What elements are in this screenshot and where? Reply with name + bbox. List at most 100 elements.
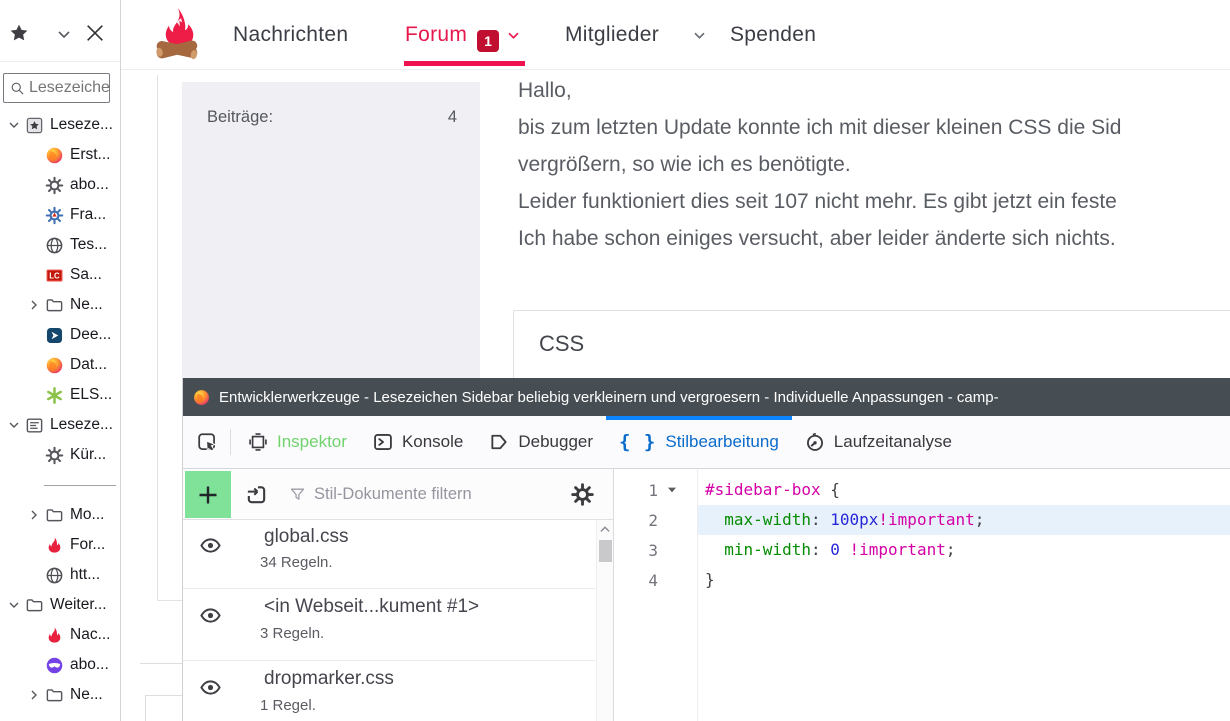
post-line: Leider funktioniert dies seit 107 nicht …	[518, 190, 1117, 213]
scrollbar-thumb[interactable]	[599, 540, 612, 562]
site-navbar: Nachrichten Forum 1 Mitglieder Spenden	[121, 0, 1230, 70]
forum-chevron-down-icon[interactable]	[507, 31, 520, 40]
nav-forum[interactable]: Forum	[405, 0, 467, 70]
bookmark-label: abo...	[70, 656, 109, 673]
chevron-down-icon[interactable]	[4, 421, 24, 429]
bookmark-item[interactable]: Nac...	[0, 620, 120, 650]
devtools-panel: Entwicklerwerkzeuge - Lesezeichen Sideba…	[182, 378, 1230, 721]
devtools-window-title: Entwicklerwerkzeuge - Lesezeichen Sideba…	[219, 388, 999, 406]
bookmark-item[interactable]: ELS...	[0, 380, 120, 410]
code-line[interactable]: max-width: 100px!important;	[698, 505, 1230, 535]
bookmark-folder-item[interactable]: Ne...	[0, 680, 120, 710]
bookmarks-search-input[interactable]	[29, 79, 109, 97]
bookmark-item[interactable]: Tes...	[0, 230, 120, 260]
toggle-visibility-eye-icon[interactable]	[199, 534, 222, 557]
bookmark-label: abo...	[70, 176, 109, 193]
bookmark-label: Dee...	[70, 326, 112, 343]
post-container-border	[157, 75, 158, 600]
stylesheet-name: dropmarker.css	[264, 668, 394, 689]
post-author-panel: Beiträge: 4	[182, 82, 480, 382]
scroll-up-icon[interactable]	[598, 523, 612, 535]
tab-konsole[interactable]: Konsole	[360, 416, 476, 468]
post-container-bottom-border	[157, 600, 182, 601]
bookmarks-star-icon[interactable]	[8, 22, 30, 44]
bookmark-item[interactable]: LC Sa...	[0, 260, 120, 290]
bookmark-item[interactable]: Kür...	[0, 440, 120, 470]
bookmarks-separator	[0, 470, 120, 500]
editor-code[interactable]: #sidebar-box { max-width: 100px!importan…	[698, 469, 1230, 721]
tabbar-separator	[230, 429, 231, 455]
page-section-border	[140, 663, 182, 664]
bookmark-folder-item[interactable]: Leseze...	[0, 410, 120, 440]
code-line[interactable]: #sidebar-box {	[698, 475, 1230, 505]
import-stylesheet-icon[interactable]	[245, 483, 268, 506]
stylesheet-list: global.css 34 Regeln. <in Webseit...kument…	[183, 520, 596, 721]
bookmark-label: Ne...	[70, 296, 103, 313]
bookmark-folder-item[interactable]: Mo...	[0, 500, 120, 530]
code-line[interactable]: min-width: 0 !important;	[698, 535, 1230, 565]
toggle-visibility-eye-icon[interactable]	[199, 604, 222, 627]
stylesheet-name: global.css	[264, 526, 349, 547]
code-line[interactable]: }	[698, 565, 1230, 595]
bookmark-item[interactable]: abo...	[0, 650, 120, 680]
css-source-editor[interactable]: 1234 #sidebar-box { max-width: 100px!imp…	[614, 469, 1230, 721]
nav-nachrichten[interactable]: Nachrichten	[233, 0, 348, 70]
forum-active-underline	[404, 61, 525, 66]
toggle-visibility-eye-icon[interactable]	[199, 676, 222, 699]
style-editor-toolbar: Stil-Dokumente filtern	[183, 469, 614, 520]
sidebar-switcher-chevron-down-icon[interactable]	[57, 29, 71, 39]
line-number[interactable]: 3	[614, 535, 697, 565]
bookmark-item[interactable]: Erst...	[0, 140, 120, 170]
chevron-down-icon[interactable]	[4, 601, 24, 609]
mitglieder-chevron-down-icon[interactable]	[693, 31, 706, 40]
tab-debugger[interactable]: Debugger	[476, 416, 606, 468]
line-number[interactable]: 2	[614, 505, 697, 535]
pick-element-icon[interactable]	[188, 423, 226, 461]
bookmark-item[interactable]: abo...	[0, 170, 120, 200]
stylesheet-list-scrollbar[interactable]	[596, 520, 613, 721]
style-editor-icon: { }	[619, 431, 657, 453]
campfire-logo[interactable]	[148, 7, 206, 65]
globe-icon	[44, 566, 64, 585]
stylesheet-item[interactable]: <in Webseit...kument #1> 3 Regeln.	[183, 589, 596, 661]
new-stylesheet-button[interactable]	[185, 471, 231, 518]
nav-mitglieder[interactable]: Mitglieder	[565, 0, 659, 70]
devtools-titlebar[interactable]: Entwicklerwerkzeuge - Lesezeichen Sideba…	[183, 378, 1230, 416]
author-posts-value: 4	[447, 108, 457, 126]
stylesheet-item[interactable]: global.css 34 Regeln.	[183, 520, 596, 589]
bookmark-item[interactable]: Dat...	[0, 350, 120, 380]
post-line: bis zum letzten Update konnte ich mit di…	[518, 116, 1122, 139]
bookmark-folder-item[interactable]: Weiter...	[0, 590, 120, 620]
line-number[interactable]: 4	[614, 565, 697, 595]
bookmark-folder-item[interactable]: Leseze...	[0, 110, 120, 140]
code-block-label: CSS	[539, 331, 585, 356]
stylesheet-item[interactable]: dropmarker.css 1 Regel.	[183, 661, 596, 721]
bookmark-label: Fra...	[70, 206, 107, 223]
nav-spenden[interactable]: Spenden	[730, 0, 816, 70]
chevron-right-icon[interactable]	[24, 509, 44, 521]
bookmark-label: Nac...	[70, 626, 111, 643]
fold-caret-icon[interactable]	[667, 486, 677, 494]
bookmarks-search-box[interactable]	[3, 73, 110, 103]
flame-icon	[44, 536, 64, 555]
bookmark-item[interactable]: Fra...	[0, 200, 120, 230]
chevron-right-icon[interactable]	[24, 299, 44, 311]
bookmark-item[interactable]: htt...	[0, 560, 120, 590]
bookmark-item[interactable]: For...	[0, 530, 120, 560]
filter-stylesheets-input[interactable]: Stil-Dokumente filtern	[314, 469, 472, 520]
gear-icon[interactable]	[571, 483, 594, 506]
tab-stilbearbeitung[interactable]: { } Stilbearbeitung	[606, 416, 792, 468]
tab-laufzeitanalyse[interactable]: Laufzeitanalyse	[792, 416, 965, 468]
tab-inspektor[interactable]: Inspektor	[235, 416, 360, 468]
devtools-tabbar: Inspektor Konsole Debugger { } Stilbearb…	[183, 416, 1230, 469]
arrow-badge-icon	[44, 326, 64, 345]
line-number[interactable]: 1	[614, 475, 697, 505]
chevron-right-icon[interactable]	[24, 689, 44, 701]
sidebar-close-icon[interactable]	[84, 22, 106, 44]
bookmark-folder-item[interactable]: Ne...	[0, 290, 120, 320]
firefox-icon	[44, 356, 64, 375]
chevron-down-icon[interactable]	[4, 121, 24, 129]
search-icon	[10, 81, 25, 96]
bookmark-item[interactable]: Dee...	[0, 320, 120, 350]
bookmarks-menu-icon	[24, 416, 44, 435]
